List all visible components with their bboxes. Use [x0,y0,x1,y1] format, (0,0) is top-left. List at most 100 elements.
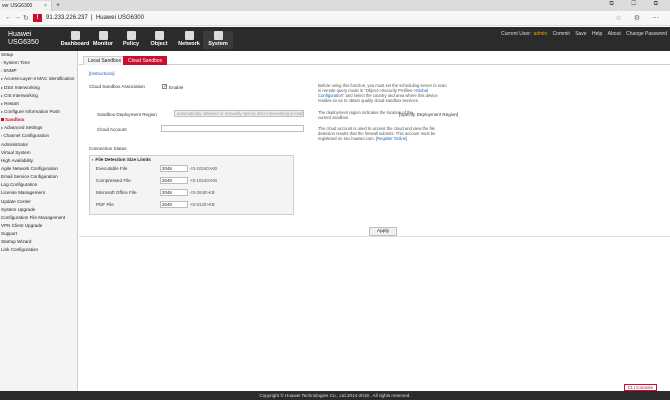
sidebar-item[interactable]: ▸DSS Interworking [0,84,77,92]
tree-node-icon: ▸ [1,125,4,131]
cloud-account-input[interactable] [161,125,304,132]
save-link[interactable]: Save [575,31,586,37]
register-online-link[interactable]: [Register Online] [376,136,407,141]
sidebar-item-label: Link Configuration [1,247,39,253]
sidebar-item[interactable]: Email Service Configuration [0,173,77,181]
sidebar-item[interactable]: System Upgrade [0,206,77,214]
menu-dashboard[interactable]: Dashboard [60,31,90,47]
cli-console-button[interactable]: CLI Console [623,384,657,391]
help-link[interactable]: Help [592,31,602,37]
apply-button[interactable]: Apply [369,227,397,236]
executable-file-label: Executable File [96,166,128,171]
pdf-file-input[interactable]: 2048 [160,201,188,208]
sidebar-item[interactable]: ▸Configure Information Push [0,108,77,116]
sidebar-item[interactable]: License Management [0,189,77,197]
tree-node-icon: ▸ [1,84,4,90]
menu-system[interactable]: System [203,31,233,49]
browser-toolbar-icons[interactable]: ☆ ⚙ ⋯ [616,14,664,22]
sidebar-item[interactable]: ›Channel Configuration [0,132,77,140]
sidebar-item[interactable]: Setup [0,51,77,59]
sidebar-item[interactable]: ›System Time [0,59,77,67]
sidebar-item[interactable]: Update Center [0,198,77,206]
current-user-label: Current User: [501,31,532,37]
close-icon[interactable]: × [44,1,47,11]
browser-tab[interactable]: ver USG6300 × [0,1,52,11]
sidebar-item[interactable]: Administrator [0,141,77,149]
security-warning-icon[interactable]: ! [33,14,42,22]
association-label: Cloud Sandbox Association [89,84,145,89]
window-controls[interactable]: ⧉ ☐ ⧉ [610,1,666,8]
tab-cloud-sandbox[interactable]: Cloud Sandbox [123,56,168,65]
file-size-limits-panel: ▪ File Detection Size Limits Executable F… [89,155,294,215]
sidebar-item[interactable]: ▸Advanced Settings [0,124,77,132]
instructions-link[interactable]: [Instructions] [89,71,115,76]
tree-node-icon: ▸ [1,76,4,82]
enable-checkbox[interactable]: ✓ [162,84,167,90]
sidebar-item[interactable]: VPN Client Upgrade [0,222,77,230]
menu-monitor[interactable]: Monitor [88,31,118,47]
executable-file-input[interactable]: 2048 [160,165,188,172]
sidebar-item[interactable]: Agile Network Configuration [0,165,77,173]
sidebar-item[interactable]: High Availability [0,157,77,165]
sidebar-item[interactable]: ▸CIS Interworking [0,92,77,100]
footer-copyright: Copyright © Huawei Technologies Co., Ltd… [0,391,670,400]
region-input: automatically obtained or manually speci… [174,110,304,117]
sidebar-item-label: Setup [1,52,14,57]
monitor-icon [98,31,108,40]
object-icon [154,31,164,40]
specify-region-link[interactable]: [Specify Deployment Region] [399,112,458,117]
user-bar: Current User: admin Commit Save Help Abo… [501,31,667,37]
content-tabs: Local Sandbox Cloud Sandbox [79,55,670,65]
new-tab-icon[interactable]: + [56,1,60,10]
account-label: Cloud Account [97,127,127,132]
tree-node-icon: ▸ [1,92,4,98]
about-link[interactable]: About [608,31,621,37]
browser-tab-bar: ver USG6300 × + ⧉ ☐ ⧉ [0,0,670,11]
compressed-file-input[interactable]: 2048 [160,177,188,184]
connection-status-label: Connection Status [89,146,127,151]
change-password-link[interactable]: Change Password [626,31,667,37]
sidebar-item[interactable]: Configuration File Management [0,214,77,222]
office-file-input[interactable]: 2048 [160,189,188,196]
back-icon[interactable]: ← [5,14,12,21]
sidebar-item-label: Update Center [1,198,31,204]
forward-icon[interactable]: → [14,14,21,21]
office-file-range: <0-2048>KB [190,190,215,195]
sidebar-item-label: High Availability [1,157,34,163]
url-text[interactable]: 91.233.226.237 | Huawei USG6300 [46,15,144,21]
association-help: Before using this function, you must set… [318,83,447,103]
reload-icon[interactable]: ↻ [23,14,29,22]
commit-link[interactable]: Commit [553,31,570,37]
sidebar-item-label: Virtual System [1,149,31,155]
tab-local-sandbox[interactable]: Local Sandbox [83,56,127,65]
network-icon [184,31,194,40]
file-size-limits-header[interactable]: ▪ File Detection Size Limits [90,156,295,163]
menu-object[interactable]: Object [144,31,174,47]
collapse-icon[interactable]: ▪ [92,157,93,162]
sidebar-item[interactable]: ›SNMP [0,67,77,75]
sidebar-item-label: Administrator [1,141,29,147]
pdf-file-range: <0-5120>KB [190,202,215,207]
sidebar-item[interactable]: Sandbox [0,116,77,124]
account-help: The cloud account is used to access the … [318,126,436,141]
sidebar-item-label: Restart [4,100,19,106]
tree-node-icon: ▸ [1,100,4,106]
sidebar-item-label: DSS Interworking [4,84,40,90]
sidebar-item[interactable]: ▸Restart [0,100,77,108]
sidebar-item-label: Startup Wizard [1,239,32,245]
sidebar-item[interactable]: Log Configuration [0,181,77,189]
sidebar-item-label: Advanced Settings [4,125,43,131]
sidebar-item[interactable]: Support [0,230,77,238]
divider [79,236,670,237]
sidebar-item[interactable]: ▸Access-Layer-3 MAC Identification [0,75,77,83]
sidebar-item[interactable]: Startup Wizard [0,238,77,246]
sidebar-item[interactable]: Virtual System [0,149,77,157]
pdf-file-label: PDF File [96,202,114,207]
sidebar-item[interactable]: Link Configuration [0,246,77,254]
menu-network[interactable]: Network [174,31,204,47]
sidebar-item-label: Configuration File Management [1,214,66,220]
system-icon [213,31,223,40]
sidebar: Setup ›System Time ›SNMP ▸Access-Layer-3 MA… [0,51,78,391]
menu-policy[interactable]: Policy [116,31,146,47]
sidebar-item-label: System Time [3,60,30,66]
